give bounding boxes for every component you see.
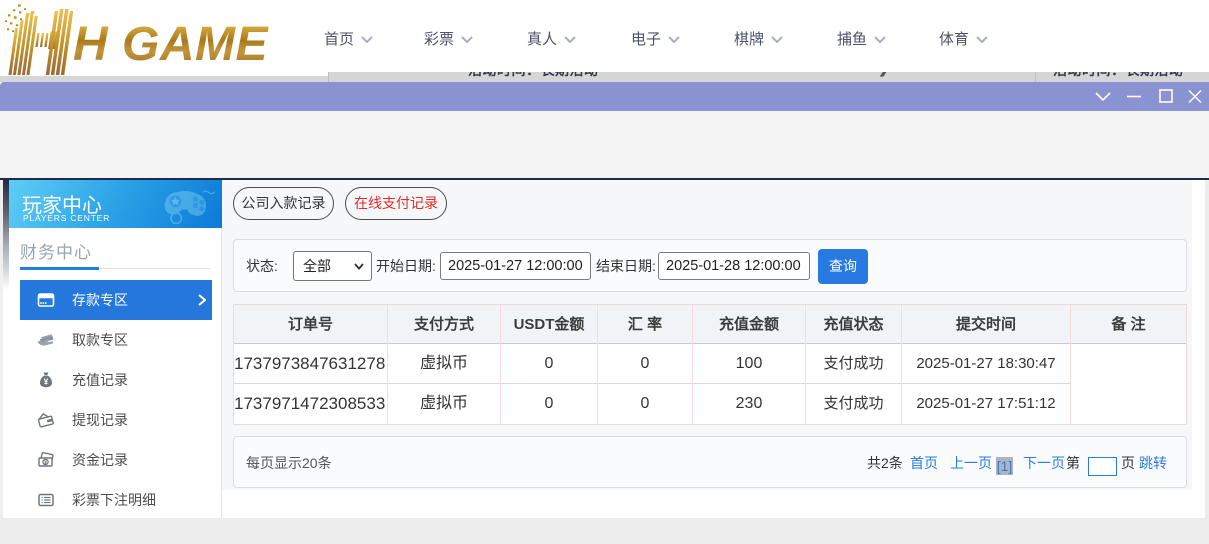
svg-text:H GAME: H GAME xyxy=(73,18,269,71)
svg-text:¥: ¥ xyxy=(44,377,49,386)
